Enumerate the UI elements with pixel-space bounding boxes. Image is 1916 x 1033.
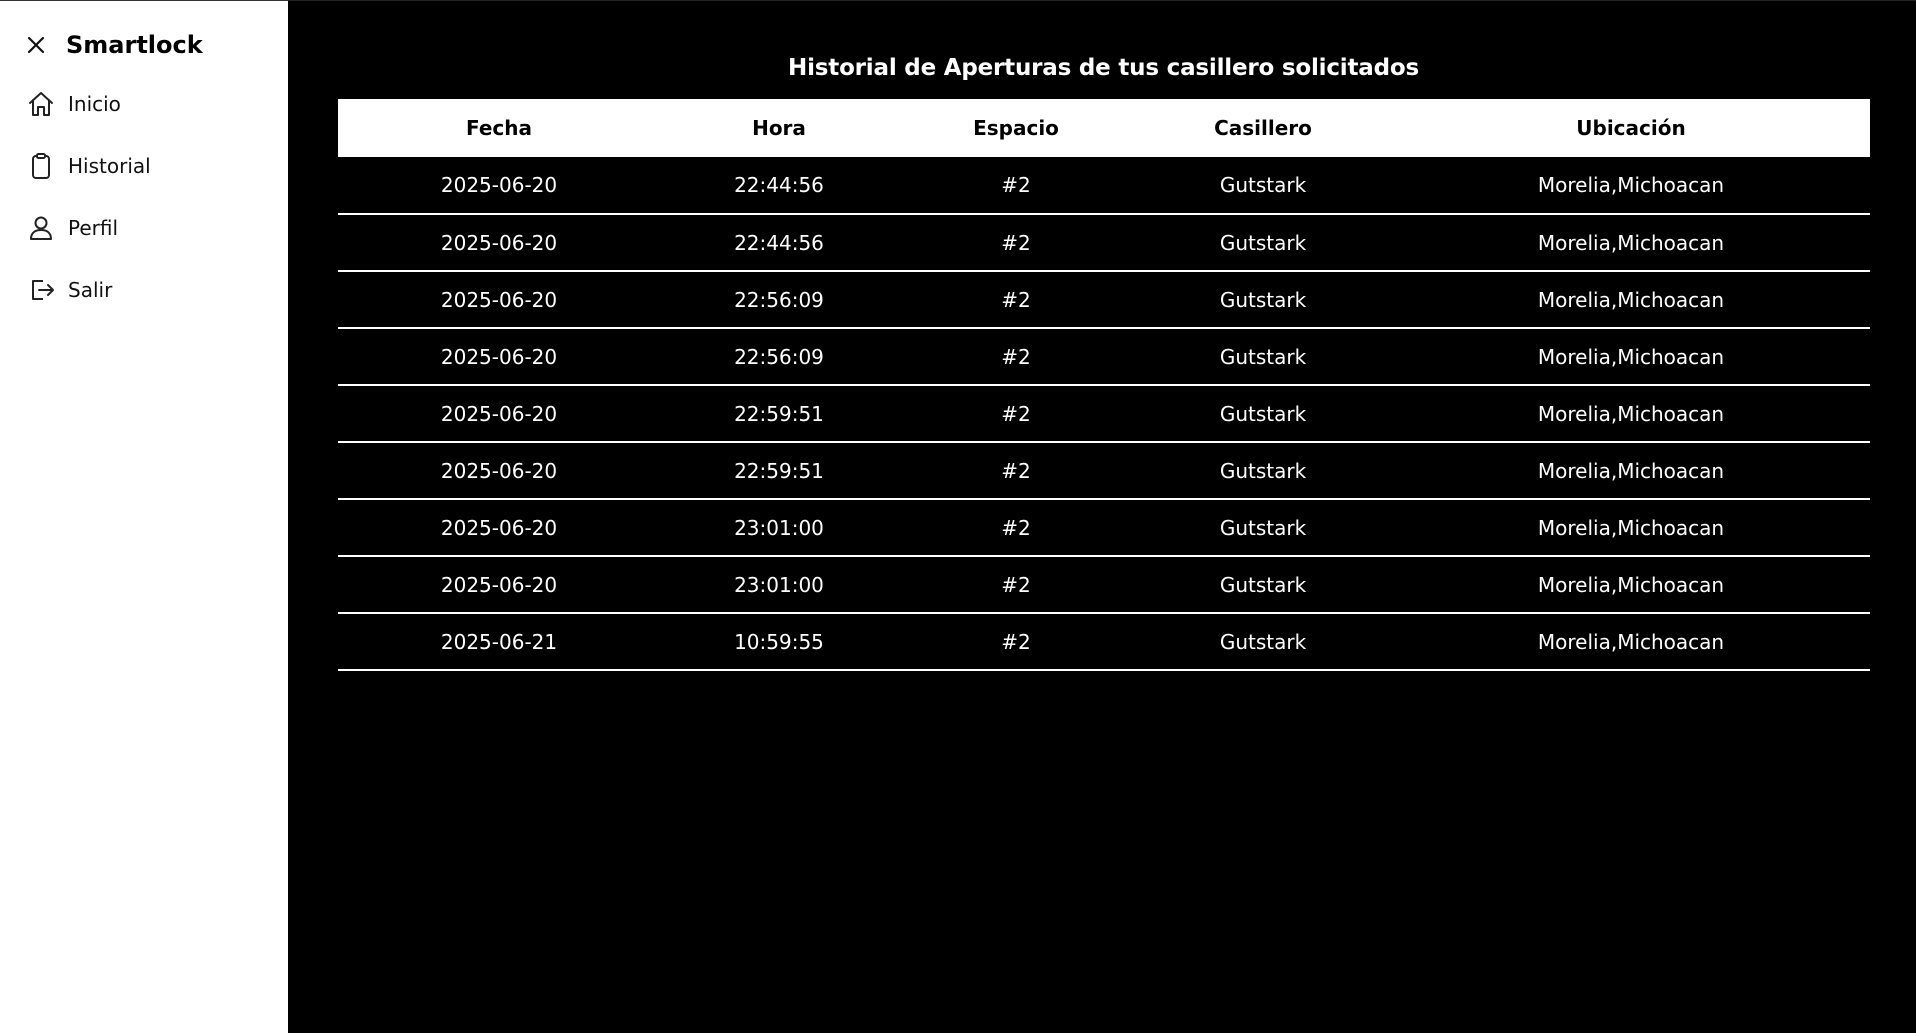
sidebar-item-label: Perfil (68, 216, 119, 240)
sidebar: Smartlock Inicio Historial Perfil Salir (0, 0, 288, 1033)
sidebar-item-historial[interactable]: Historial (0, 135, 288, 197)
cell-espacio: #2 (898, 613, 1134, 671)
cell-ubicacion: Morelia,Michoacan (1392, 271, 1870, 329)
table-row: 2025-06-21 10:59:55 #2 Gutstark Morelia,… (338, 613, 1870, 671)
table-row: 2025-06-20 22:44:56 #2 Gutstark Morelia,… (338, 214, 1870, 272)
sidebar-item-label: Inicio (68, 92, 121, 116)
sidebar-item-label: Historial (68, 154, 151, 178)
table-row: 2025-06-20 22:59:51 #2 Gutstark Morelia,… (338, 385, 1870, 443)
table-row: 2025-06-20 22:56:09 #2 Gutstark Morelia,… (338, 271, 1870, 329)
cell-hora: 23:01:00 (660, 499, 898, 557)
cell-ubicacion: Morelia,Michoacan (1392, 556, 1870, 614)
column-header-fecha: Fecha (465, 116, 532, 140)
cell-casillero: Gutstark (1134, 499, 1392, 557)
logout-icon (26, 274, 58, 306)
cell-fecha: 2025-06-20 (338, 499, 660, 557)
cell-casillero: Gutstark (1134, 442, 1392, 500)
cell-fecha: 2025-06-20 (338, 214, 660, 272)
user-icon (26, 212, 58, 244)
cell-espacio: #2 (898, 271, 1134, 329)
cell-fecha: 2025-06-20 (338, 157, 660, 215)
column-header-ubicacion: Ubicación (1576, 116, 1686, 140)
cell-fecha: 2025-06-21 (338, 613, 660, 671)
cell-espacio: #2 (898, 385, 1134, 443)
cell-fecha: 2025-06-20 (338, 556, 660, 614)
cell-espacio: #2 (898, 499, 1134, 557)
cell-hora: 22:59:51 (660, 385, 898, 443)
column-header-hora: Hora (752, 116, 806, 140)
cell-casillero: Gutstark (1134, 328, 1392, 386)
cell-espacio: #2 (898, 556, 1134, 614)
clipboard-icon (26, 150, 58, 182)
sidebar-item-label: Salir (68, 278, 113, 302)
cell-casillero: Gutstark (1134, 271, 1392, 329)
table-row: 2025-06-20 23:01:00 #2 Gutstark Morelia,… (338, 499, 1870, 557)
table-row: 2025-06-20 22:59:51 #2 Gutstark Morelia,… (338, 442, 1870, 500)
cell-espacio: #2 (898, 214, 1134, 272)
column-header-espacio: Espacio (973, 116, 1059, 140)
cell-fecha: 2025-06-20 (338, 442, 660, 500)
cell-fecha: 2025-06-20 (338, 271, 660, 329)
cell-hora: 22:56:09 (660, 328, 898, 386)
history-table: Fecha Hora Espacio Casillero Ubicación 2… (338, 99, 1870, 671)
cell-hora: 10:59:55 (660, 613, 898, 671)
main-content: Historial de Aperturas de tus casillero … (288, 0, 1916, 1033)
cell-espacio: #2 (898, 157, 1134, 215)
history-table-container: Fecha Hora Espacio Casillero Ubicación 2… (338, 99, 1870, 671)
cell-hora: 22:44:56 (660, 214, 898, 272)
cell-ubicacion: Morelia,Michoacan (1392, 499, 1870, 557)
cell-hora: 22:44:56 (660, 157, 898, 215)
table-row: 2025-06-20 23:01:00 #2 Gutstark Morelia,… (338, 556, 1870, 614)
cell-hora: 23:01:00 (660, 556, 898, 614)
cell-casillero: Gutstark (1134, 613, 1392, 671)
table-header: Fecha Hora Espacio Casillero Ubicación (338, 99, 1870, 157)
table-row: 2025-06-20 22:56:09 #2 Gutstark Morelia,… (338, 328, 1870, 386)
cell-ubicacion: Morelia,Michoacan (1392, 442, 1870, 500)
cell-casillero: Gutstark (1134, 385, 1392, 443)
cell-espacio: #2 (898, 328, 1134, 386)
table-row: 2025-06-20 22:44:56 #2 Gutstark Morelia,… (338, 157, 1870, 215)
app-root: Smartlock Inicio Historial Perfil Salir … (0, 0, 1916, 1033)
close-icon[interactable] (26, 31, 54, 59)
cell-espacio: #2 (898, 442, 1134, 500)
table-header-row: Fecha Hora Espacio Casillero Ubicación (338, 99, 1870, 157)
cell-fecha: 2025-06-20 (338, 385, 660, 443)
cell-fecha: 2025-06-20 (338, 328, 660, 386)
sidebar-item-inicio[interactable]: Inicio (0, 73, 288, 135)
brand-row: Smartlock (0, 23, 288, 67)
cell-ubicacion: Morelia,Michoacan (1392, 214, 1870, 272)
sidebar-nav: Inicio Historial Perfil Salir (0, 73, 288, 321)
cell-ubicacion: Morelia,Michoacan (1392, 328, 1870, 386)
page-title: Historial de Aperturas de tus casillero … (788, 55, 1419, 81)
app-brand: Smartlock (66, 31, 203, 59)
cell-hora: 22:56:09 (660, 271, 898, 329)
cell-hora: 22:59:51 (660, 442, 898, 500)
cell-ubicacion: Morelia,Michoacan (1392, 613, 1870, 671)
home-icon (26, 88, 58, 120)
table-body: 2025-06-20 22:44:56 #2 Gutstark Morelia,… (338, 157, 1870, 671)
cell-casillero: Gutstark (1134, 556, 1392, 614)
cell-casillero: Gutstark (1134, 157, 1392, 215)
sidebar-item-perfil[interactable]: Perfil (0, 197, 288, 259)
sidebar-item-salir[interactable]: Salir (0, 259, 288, 321)
cell-casillero: Gutstark (1134, 214, 1392, 272)
cell-ubicacion: Morelia,Michoacan (1392, 157, 1870, 215)
cell-ubicacion: Morelia,Michoacan (1392, 385, 1870, 443)
column-header-casillero: Casillero (1214, 116, 1312, 140)
